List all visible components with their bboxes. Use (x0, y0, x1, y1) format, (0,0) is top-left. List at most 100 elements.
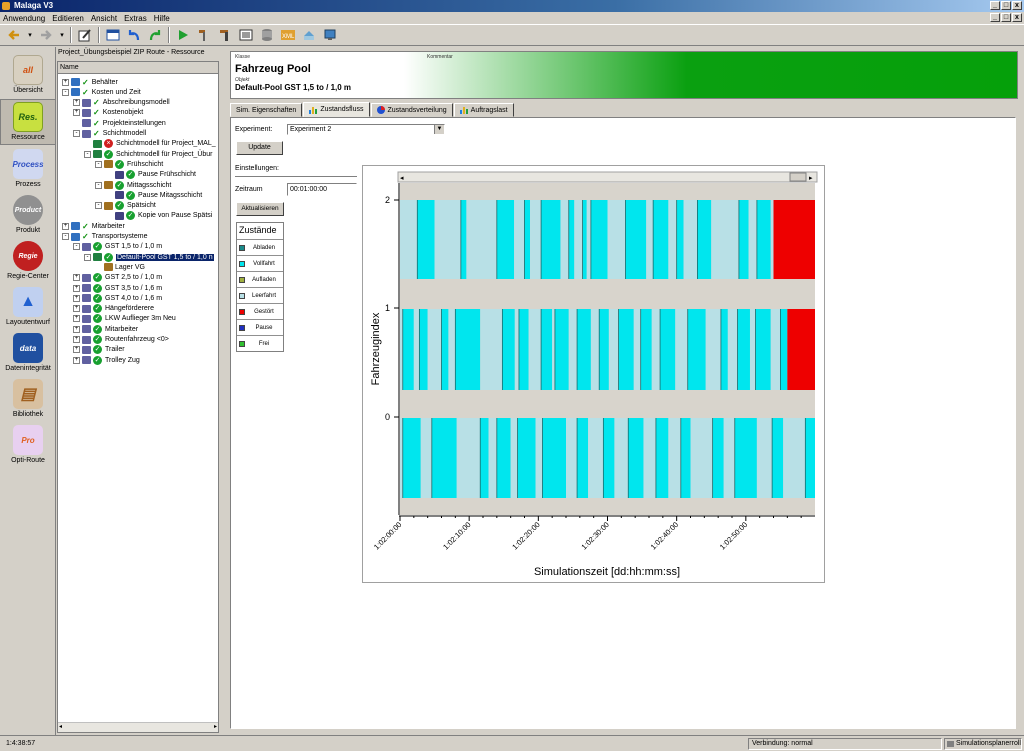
collapse-icon[interactable]: - (95, 160, 102, 168)
update-button[interactable]: Update (236, 141, 283, 155)
tree-item[interactable]: - ✓ Default-Pool GST 1,5 to / 1,0 n (84, 252, 214, 262)
menu-hilfe[interactable]: Hilfe (154, 14, 170, 23)
expand-icon[interactable]: + (73, 315, 80, 323)
dropdown-icon[interactable]: ▾ (59, 27, 65, 43)
tab-sim-eigenschaften[interactable]: Sim. Eigenschaften (230, 103, 303, 117)
tree-item[interactable]: + ✓ GST 2,5 to / 1,0 m (73, 273, 162, 283)
collapse-icon[interactable]: - (95, 202, 102, 210)
nav-produkt[interactable]: Product Produkt (0, 195, 56, 234)
expand-icon[interactable]: + (73, 294, 80, 302)
back-arrow-icon[interactable] (6, 27, 22, 43)
monitor-icon[interactable] (322, 27, 338, 43)
expand-icon[interactable]: + (73, 305, 80, 313)
tree-item[interactable]: ✓ Kopie von Pause Spätsi (106, 211, 212, 221)
menu-editieren[interactable]: Editieren (52, 14, 84, 23)
expand-icon[interactable]: + (62, 222, 69, 230)
menu-ansicht[interactable]: Ansicht (91, 14, 117, 23)
tree-column-header[interactable]: Name (58, 62, 218, 74)
aktualisieren-button[interactable]: Aktualisieren (236, 202, 284, 216)
expand-icon[interactable]: + (73, 109, 80, 117)
tool2-icon[interactable] (217, 27, 233, 43)
mdi-close-button[interactable]: x (1012, 13, 1022, 22)
tree-item[interactable]: ✓ Pause Mitagsschicht (106, 190, 202, 200)
export-icon[interactable] (301, 27, 317, 43)
undo-icon[interactable] (126, 27, 142, 43)
tree-item[interactable]: - ✓ Spätsicht (95, 201, 156, 211)
tree-item[interactable]: + ✓ GST 3,5 to / 1,6 m (73, 283, 162, 293)
collapse-icon[interactable]: - (62, 88, 69, 96)
tree-item[interactable]: - ✓ Kosten und Zeit (62, 87, 141, 97)
tree-item[interactable]: - ✓ Mittagsschicht (95, 180, 171, 190)
tree-item[interactable]: Lager VG (95, 262, 145, 272)
dropdown-icon[interactable]: ▾ (27, 27, 33, 43)
tree-item[interactable]: ✓ Pause Frühschicht (106, 170, 196, 180)
expand-icon[interactable]: + (73, 99, 80, 107)
folder-icon (82, 108, 91, 117)
collapse-icon[interactable]: - (95, 181, 102, 189)
run-icon[interactable] (175, 27, 191, 43)
tab-zustandsverteilung[interactable]: Zustandsverteilung (370, 103, 453, 117)
nav-opti-route[interactable]: Pro Opti-Route (0, 425, 56, 464)
collapse-icon[interactable]: - (84, 253, 91, 261)
nav-bibliothek[interactable]: ▤ Bibliothek (0, 379, 56, 418)
expand-icon[interactable]: + (73, 356, 80, 364)
expand-icon[interactable]: + (73, 325, 80, 333)
list-icon[interactable] (238, 27, 254, 43)
nav-uebersicht[interactable]: all Übersicht (0, 55, 56, 94)
tree-item[interactable]: + ✓ Trolley Zug (73, 355, 140, 365)
tree-item[interactable]: + ✓ Hängeförderere (73, 304, 154, 314)
tree-item[interactable]: + ✓ Mitarbeiter (62, 221, 125, 231)
expand-icon[interactable]: + (73, 284, 80, 292)
nav-regie-center[interactable]: Regie Regie-Center (0, 241, 56, 280)
tree-item-label: LKW Auflieger 3m Neu (105, 315, 176, 323)
menu-extras[interactable]: Extras (124, 14, 147, 23)
tool-icon[interactable] (196, 27, 212, 43)
tree-item[interactable]: + ✓ Mitarbeiter (73, 324, 138, 334)
forward-arrow-icon[interactable] (38, 27, 54, 43)
check-circle-icon: ✓ (93, 304, 102, 314)
collapse-icon[interactable]: - (84, 150, 91, 158)
database-icon[interactable] (259, 27, 275, 43)
nav-layoutentwurf[interactable]: ▲ Layoutentwurf (0, 287, 56, 326)
tree-item[interactable]: + ✓ Routenfahrzeug <0> (73, 335, 169, 345)
edit-icon[interactable] (77, 27, 93, 43)
mdi-minimize-button[interactable]: _ (990, 13, 1000, 22)
tree-item[interactable]: + ✓ LKW Auflieger 3m Neu (73, 314, 176, 324)
nav-datenintegritaet[interactable]: data Datenintegrität (0, 333, 56, 372)
window-icon[interactable] (105, 27, 121, 43)
tree-item[interactable]: + ✓ Trailer (73, 345, 125, 355)
tree-item[interactable]: - ✓ Schichtmodell für Project_Übur (84, 149, 213, 159)
collapse-icon[interactable]: - (73, 130, 80, 137)
tree-item[interactable]: + ✓ Abschreibungsmodell (73, 98, 170, 108)
menu-anwendung[interactable]: Anwendung (3, 14, 45, 23)
tree-item[interactable]: + ✓ Behälter (62, 77, 118, 87)
tree-item[interactable]: - ✓ GST 1,5 to / 1,0 m (73, 242, 162, 252)
experiment-select[interactable]: Experiment 2 ▼ (287, 124, 445, 135)
nav-ressource[interactable]: Res. Ressource (0, 99, 56, 145)
collapse-icon[interactable]: - (73, 243, 80, 251)
zeitraum-input[interactable]: 00:01:00:00 (287, 183, 357, 196)
tree-item[interactable]: + ✓ GST 4,0 to / 1,6 m (73, 293, 162, 303)
maximize-button[interactable]: □ (1001, 1, 1011, 10)
close-button[interactable]: x (1012, 1, 1022, 10)
collapse-icon[interactable]: - (62, 233, 69, 240)
tab-zustandsfluss[interactable]: Zustandsfluss (303, 102, 370, 117)
minimize-button[interactable]: _ (990, 1, 1000, 10)
tree-item[interactable]: ✓ Projekteinstellungen (73, 118, 166, 128)
tree-item[interactable]: - ✓ Schichtmodell (73, 129, 146, 139)
tree-item[interactable]: × Schichtmodell für Project_MAL_ (84, 139, 216, 149)
mdi-maximize-button[interactable]: □ (1001, 13, 1011, 22)
expand-icon[interactable]: + (73, 274, 80, 282)
tree-horizontal-scrollbar[interactable]: ◂ ▸ (58, 722, 218, 732)
expand-icon[interactable]: + (73, 346, 80, 354)
xml-icon[interactable]: XML (280, 27, 296, 43)
expand-icon[interactable]: + (62, 78, 69, 86)
expand-icon[interactable]: + (73, 336, 80, 343)
tree-item[interactable]: - ✓ Frühschicht (95, 159, 163, 169)
redo-icon[interactable] (147, 27, 163, 43)
tree-item[interactable]: - ✓ Transportsysteme (62, 232, 147, 242)
tab-auftragslast[interactable]: Auftragslast (453, 103, 514, 117)
nav-prozess[interactable]: Process Prozess (0, 149, 56, 188)
tree-item[interactable]: + ✓ Kostenobjekt (73, 108, 143, 118)
chevron-down-icon[interactable]: ▼ (434, 125, 444, 134)
